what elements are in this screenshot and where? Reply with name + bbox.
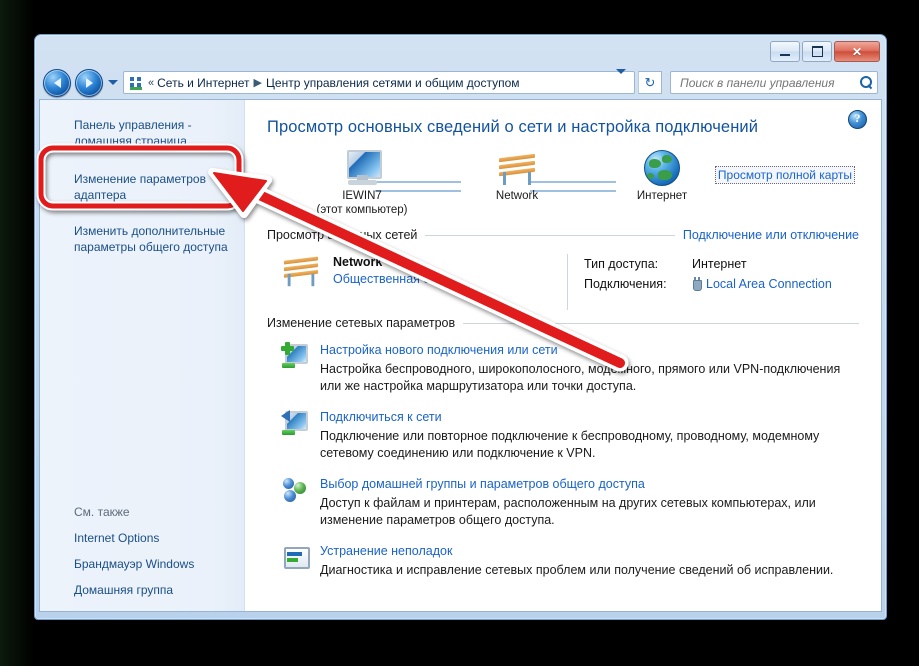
maximize-icon	[811, 46, 823, 57]
breadcrumb[interactable]: « Сеть и Интернет ▶ Центр управления сет…	[123, 68, 635, 94]
connect-to-network-icon	[281, 409, 309, 437]
title-bar: ✕	[35, 35, 886, 66]
task-item: Настройка нового подключения или сети На…	[267, 342, 859, 395]
breadcrumb-overflow-icon[interactable]: «	[148, 77, 154, 89]
back-button[interactable]	[43, 68, 71, 97]
connect-to-network-link[interactable]: Подключиться к сети	[320, 409, 859, 425]
vertical-divider	[567, 254, 568, 310]
client-area: Панель управления - домашняя страница Из…	[39, 99, 882, 612]
control-panel-icon	[128, 75, 144, 91]
close-icon: ✕	[851, 44, 863, 59]
task-list: Настройка нового подключения или сети На…	[267, 342, 859, 579]
globe-icon	[607, 146, 717, 186]
new-connection-icon	[281, 342, 309, 370]
connection-link-wrapper[interactable]: Local Area Connection	[692, 277, 832, 291]
map-node-network[interactable]: Network	[462, 146, 572, 203]
back-arrow-icon	[53, 77, 61, 88]
sidebar-item-control-panel-home[interactable]: Панель управления - домашняя страница	[40, 114, 244, 152]
maximize-button[interactable]	[802, 41, 832, 62]
bench-network-icon	[462, 146, 572, 186]
backdrop	[0, 0, 34, 666]
active-network-name: Network	[333, 255, 383, 269]
troubleshoot-problems-link[interactable]: Устранение неполадок	[320, 543, 859, 559]
task-description: Диагностика и исправление сетевых пробле…	[320, 563, 834, 577]
access-type-value: Интернет	[692, 257, 747, 271]
see-also-section: См. также Internet Options Брандмауэр Wi…	[40, 505, 244, 603]
connect-or-disconnect-link[interactable]: Подключение или отключение	[683, 228, 859, 242]
section-rule	[463, 322, 859, 324]
address-bar: « Сеть и Интернет ▶ Центр управления сет…	[35, 66, 886, 99]
chevron-down-icon	[108, 80, 118, 85]
map-node-label: Интернет	[636, 190, 688, 202]
window-controls: ✕	[770, 41, 880, 62]
active-networks-header: Просмотр активных сетей Подключение или …	[267, 228, 859, 242]
homegroup-icon	[281, 476, 309, 504]
bench-network-icon	[281, 254, 321, 288]
content-pane: ? Просмотр основных сведений о сети и на…	[245, 100, 881, 611]
task-item: Подключиться к сети Подключение или повт…	[267, 409, 859, 462]
task-description: Доступ к файлам и принтерам, расположенн…	[320, 496, 816, 527]
connections-label: Подключения:	[584, 277, 667, 291]
help-icon[interactable]: ?	[848, 110, 867, 129]
close-button[interactable]: ✕	[834, 41, 880, 62]
map-node-internet[interactable]: Интернет	[607, 146, 717, 203]
sidebar-item-advanced-sharing-settings[interactable]: Изменить дополнительные параметры общего…	[40, 220, 244, 258]
view-full-map-link[interactable]: Просмотр полной карты	[714, 166, 855, 184]
search-input[interactable]	[678, 74, 860, 91]
search-box[interactable]	[670, 71, 878, 94]
connections-row: Подключения: Local Area Connection	[584, 274, 859, 294]
chevron-down-icon	[616, 68, 626, 91]
access-type-label: Тип доступа:	[584, 257, 659, 271]
history-dropdown-button[interactable]	[107, 70, 119, 96]
computer-icon	[307, 146, 417, 186]
task-description: Настройка беспроводного, широкополосного…	[320, 362, 841, 393]
section-title: Изменение сетевых параметров	[267, 316, 456, 330]
map-node-label: Network	[495, 190, 539, 202]
breadcrumb-item-network-internet[interactable]: Сеть и Интернет	[157, 76, 249, 90]
access-type-row: Тип доступа: Интернет	[584, 254, 859, 274]
network-map: IEWIN7 (этот компьютер) Network Интернет…	[267, 146, 859, 224]
sidebar: Панель управления - домашняя страница Из…	[40, 100, 245, 611]
sidebar-item-internet-options[interactable]: Internet Options	[40, 525, 244, 551]
sidebar-item-homegroup[interactable]: Домашняя группа	[40, 577, 244, 603]
setup-new-connection-link[interactable]: Настройка нового подключения или сети	[320, 342, 859, 358]
task-item: Устранение неполадок Диагностика и испра…	[267, 543, 859, 579]
search-icon	[860, 76, 873, 90]
troubleshoot-icon	[281, 543, 310, 571]
task-description: Подключение или повторное подключение к …	[320, 429, 820, 460]
refresh-icon: ↻	[644, 74, 656, 90]
map-node-this-computer[interactable]: IEWIN7 (этот компьютер)	[307, 146, 417, 217]
network-plug-icon	[692, 277, 702, 291]
section-rule	[425, 234, 675, 236]
forward-button[interactable]	[75, 68, 103, 97]
forward-arrow-icon	[85, 77, 93, 88]
section-title: Просмотр активных сетей	[267, 228, 418, 242]
breadcrumb-dropdown-button[interactable]	[610, 68, 632, 92]
minimize-icon	[780, 53, 790, 56]
change-settings-header: Изменение сетевых параметров	[267, 316, 859, 330]
refresh-button[interactable]: ↻	[638, 71, 662, 94]
breadcrumb-item-network-sharing-center[interactable]: Центр управления сетями и общим доступом	[266, 76, 520, 90]
minimize-button[interactable]	[770, 41, 800, 62]
map-node-label: IEWIN7	[342, 190, 382, 202]
local-area-connection-link[interactable]: Local Area Connection	[706, 277, 832, 291]
sidebar-item-change-adapter-settings[interactable]: Изменение параметров адаптера	[40, 168, 244, 206]
control-panel-window: ✕ « Сеть и Интернет ▶ Центр управления с…	[34, 34, 887, 620]
active-network-type-link[interactable]: Общественная сеть	[333, 271, 448, 288]
active-network-row: Network Общественная сеть Тип доступа: И…	[267, 254, 859, 310]
active-network-identity: Network Общественная сеть	[267, 254, 567, 310]
see-also-title: См. также	[74, 505, 130, 519]
map-node-sublabel: (этот компьютер)	[316, 204, 408, 216]
breadcrumb-separator-icon: ▶	[253, 77, 263, 89]
homegroup-sharing-options-link[interactable]: Выбор домашней группы и параметров общег…	[320, 476, 859, 492]
task-item: Выбор домашней группы и параметров общег…	[267, 476, 859, 529]
page-title: Просмотр основных сведений о сети и наст…	[267, 118, 759, 136]
active-network-details: Тип доступа: Интернет Подключения: Local…	[584, 254, 859, 310]
sidebar-item-windows-firewall[interactable]: Брандмауэр Windows	[40, 551, 244, 577]
